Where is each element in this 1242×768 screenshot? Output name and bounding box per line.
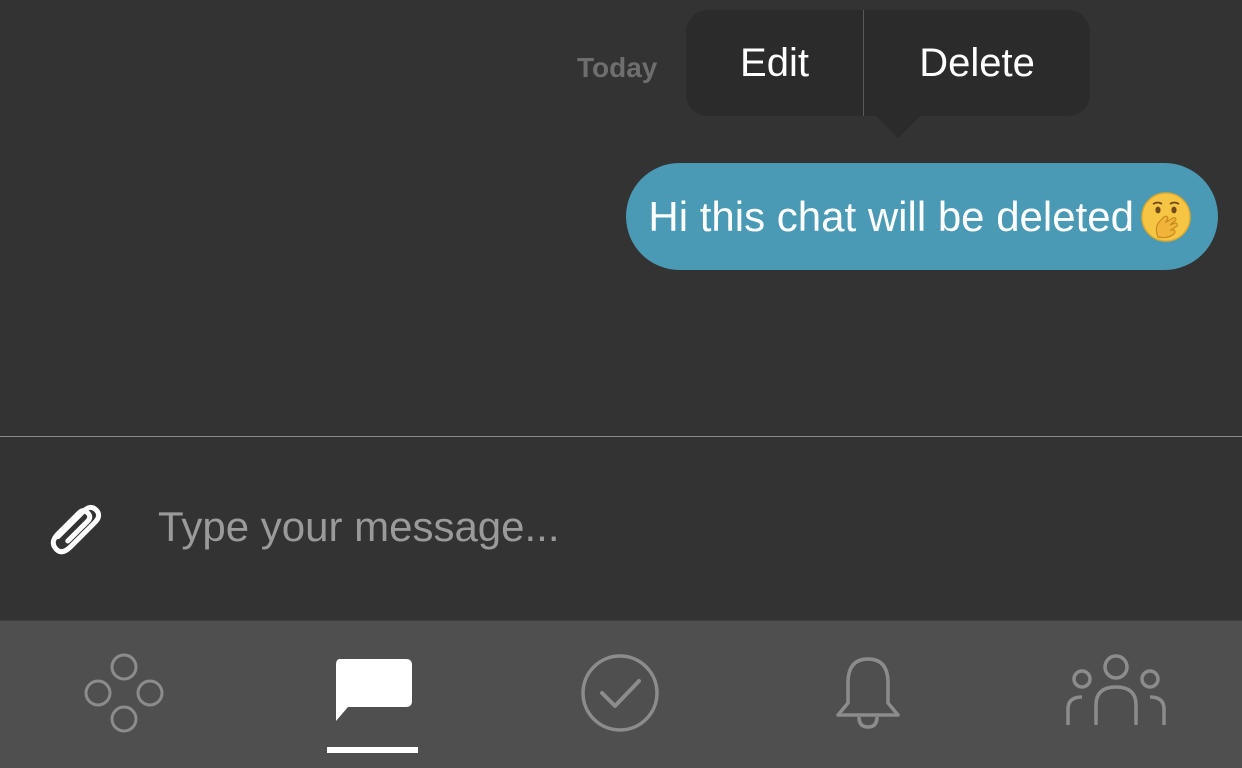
message-input[interactable] (158, 492, 1198, 562)
four-circles-icon (82, 651, 166, 740)
face-with-hand-over-mouth-icon (1140, 191, 1192, 243)
tab-tasks[interactable] (496, 621, 744, 768)
edit-menu-item[interactable]: Edit (686, 10, 863, 116)
message-composer (0, 437, 1242, 620)
bottom-tab-bar (0, 620, 1242, 768)
tab-notifications[interactable] (744, 621, 992, 768)
message-list: Today Edit Delete Hi this chat will be d… (0, 0, 1242, 436)
tab-chat[interactable] (248, 621, 496, 768)
chat-bubble-icon (330, 657, 414, 734)
date-label: Today (577, 52, 658, 83)
check-circle-icon (578, 651, 662, 740)
tab-feed[interactable] (0, 621, 248, 768)
message-bubble[interactable]: Hi this chat will be deleted (626, 163, 1218, 270)
delete-menu-item[interactable]: Delete (864, 10, 1090, 116)
message-context-menu: Edit Delete (686, 10, 1090, 138)
active-tab-indicator (327, 747, 418, 753)
tab-people[interactable] (992, 621, 1240, 768)
message-text: Hi this chat will be deleted (648, 192, 1134, 240)
chat-screen: Today Edit Delete Hi this chat will be d… (0, 0, 1242, 768)
paperclip-icon[interactable] (40, 492, 114, 566)
people-group-icon (1064, 651, 1168, 740)
bell-icon (826, 651, 910, 740)
